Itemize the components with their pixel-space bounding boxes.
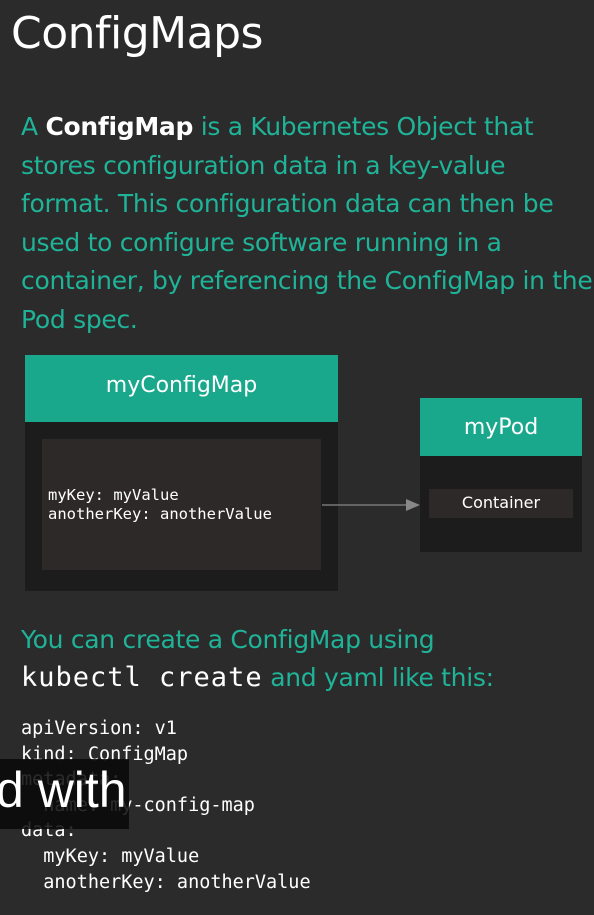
pod-box: myPod Container [420,398,582,552]
configmap-box: myConfigMap myKey: myValue anotherKey: a… [25,355,338,591]
page-title: ConfigMaps [11,8,263,59]
caption-text: d with [0,762,127,818]
create-instruction-tail: and yaml like this: [262,663,494,692]
yaml-line: myKey: myValue [21,845,200,867]
pod-header: myPod [420,398,582,456]
create-instruction-line2: kubectl create and yaml like this: [21,662,494,693]
configmap-entry: myKey: myValue [48,486,179,504]
configmap-entry: anotherKey: anotherValue [48,505,272,523]
reference-arrow [322,499,420,511]
create-instruction: You can create a ConfigMap using [21,625,435,654]
configmap-header: myConfigMap [25,355,338,422]
intro-prefix: A [21,112,46,141]
intro-term: ConfigMap [45,112,194,141]
yaml-line: apiVersion: v1 [21,718,177,739]
intro-rest: is a Kubernetes Object that stores confi… [21,112,593,334]
video-caption-overlay: d with [0,759,129,829]
kubectl-command: kubectl create [21,662,263,693]
container-box: Container [429,489,573,518]
configmap-body: myKey: myValue anotherKey: anotherValue [42,439,321,570]
intro-paragraph: A ConfigMap is a Kubernetes Object that … [21,108,593,339]
yaml-line: anotherKey: anotherValue [21,871,311,893]
